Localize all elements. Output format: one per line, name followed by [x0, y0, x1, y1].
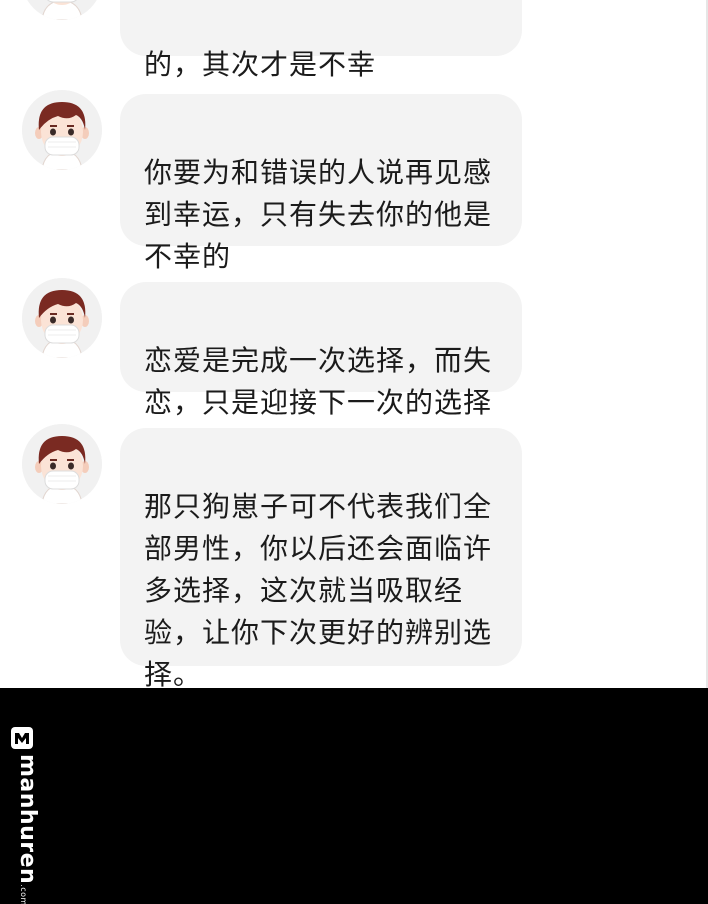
boy-avatar-icon: [22, 278, 102, 358]
chat-area: 的，其次才是不幸 你要为和错误的人说再见感 到幸运，只有失去你的他是 不幸的 恋…: [0, 0, 708, 691]
watermark: manhuren.com: [4, 726, 40, 904]
chat-message: 那只狗崽子可不代表我们全 部男性，你以后还会面临许 多选择，这次就当吸取经 验，…: [22, 424, 582, 691]
message-text: 那只狗崽子可不代表我们全 部男性，你以后还会面临许 多选择，这次就当吸取经 验，…: [144, 490, 493, 691]
avatar[interactable]: [22, 90, 102, 170]
avatar[interactable]: [22, 0, 102, 20]
chat-message: 你要为和错误的人说再见感 到幸运，只有失去你的他是 不幸的: [22, 90, 582, 273]
message-bubble: 的，其次才是不幸: [120, 0, 522, 81]
footer-bar: manhuren.com: [0, 688, 708, 904]
watermark-logo-icon: [11, 727, 33, 749]
message-text: 你要为和错误的人说再见感 到幸运，只有失去你的他是 不幸的: [144, 156, 493, 273]
message-bubble: 恋爱是完成一次选择，而失 恋，只是迎接下一次的选择: [120, 282, 522, 419]
avatar[interactable]: [22, 424, 102, 504]
message-bubble: 那只狗崽子可不代表我们全 部男性，你以后还会面临许 多选择，这次就当吸取经 验，…: [120, 428, 522, 691]
boy-avatar-icon: [22, 424, 102, 504]
avatar[interactable]: [22, 278, 102, 358]
chat-message: 的，其次才是不幸: [22, 0, 582, 81]
message-bubble: 你要为和错误的人说再见感 到幸运，只有失去你的他是 不幸的: [120, 94, 522, 273]
boy-avatar-icon: [22, 90, 102, 170]
watermark-text: manhuren.com: [15, 754, 40, 904]
chat-message: 恋爱是完成一次选择，而失 恋，只是迎接下一次的选择: [22, 278, 582, 419]
page: 的，其次才是不幸 你要为和错误的人说再见感 到幸运，只有失去你的他是 不幸的 恋…: [0, 0, 708, 904]
message-text: 恋爱是完成一次选择，而失 恋，只是迎接下一次的选择: [144, 344, 493, 419]
message-text: 的，其次才是不幸: [144, 48, 377, 81]
boy-avatar-icon: [27, 0, 97, 20]
